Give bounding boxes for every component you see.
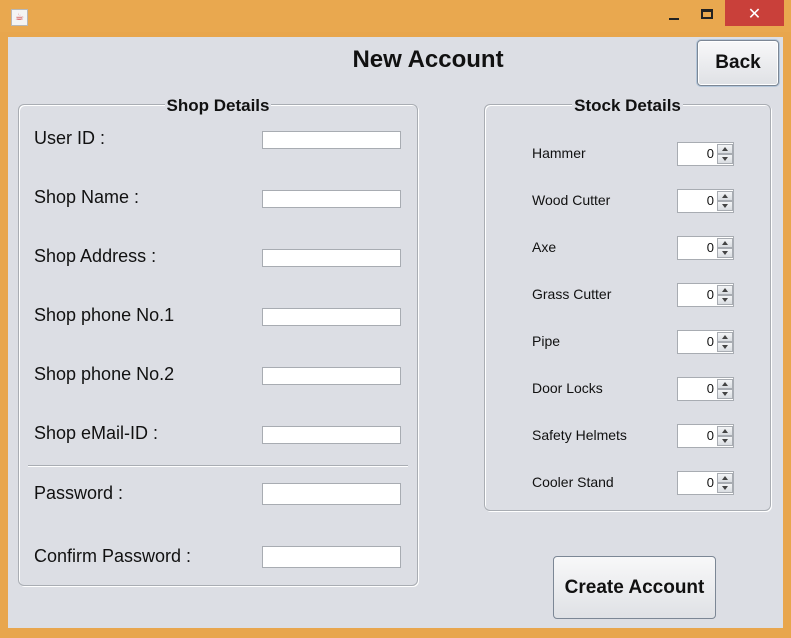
stock-spinner-grass-cutter[interactable]: 0	[677, 283, 734, 307]
java-app-icon[interactable]: ☕	[11, 9, 28, 26]
separator	[28, 465, 408, 467]
shop-name-label: Shop Name :	[34, 187, 140, 207]
shop-details-panel: Shop Details	[18, 96, 418, 586]
spin-down-icon[interactable]	[717, 389, 733, 399]
minimize-icon	[669, 18, 679, 20]
spin-down-icon[interactable]	[717, 154, 733, 164]
phone1-input[interactable]	[263, 312, 400, 328]
spin-down-icon[interactable]	[717, 295, 733, 305]
user-id-field[interactable]	[262, 131, 401, 151]
spinner-value[interactable]: 0	[678, 378, 714, 400]
shop-address-input[interactable]	[263, 253, 400, 269]
spin-up-icon[interactable]	[717, 332, 733, 342]
shop-address-label: Shop Address :	[34, 246, 157, 266]
stock-spinner-pipe[interactable]: 0	[677, 330, 734, 354]
password-input[interactable]	[263, 485, 400, 505]
maximize-icon	[701, 9, 713, 19]
back-button[interactable]: Back	[697, 40, 779, 86]
stock-spinner-safety-helmets[interactable]: 0	[677, 424, 734, 448]
stock-item-label: Grass Cutter	[532, 286, 612, 302]
stock-item-label: Pipe	[532, 333, 561, 349]
phone1-field[interactable]	[262, 308, 401, 328]
stock-spinner-axe[interactable]: 0	[677, 236, 734, 260]
phone2-field[interactable]	[262, 367, 401, 387]
user-id-input[interactable]	[263, 135, 400, 151]
close-icon: ✕	[747, 3, 762, 23]
main-panel: New Account Back Shop Details User ID : …	[8, 37, 783, 628]
user-id-label: User ID :	[34, 128, 106, 148]
stock-item-label: Cooler Stand	[532, 474, 614, 490]
email-input[interactable]	[263, 430, 400, 446]
spin-up-icon[interactable]	[717, 191, 733, 201]
maximize-button[interactable]	[693, 2, 721, 26]
spinner-value[interactable]: 0	[678, 143, 714, 165]
page-title: New Account	[352, 46, 504, 73]
stock-spinner-cooler-stand[interactable]: 0	[677, 471, 734, 495]
confirm-password-field[interactable]	[262, 546, 401, 568]
stock-spinner-door-locks[interactable]: 0	[677, 377, 734, 401]
create-account-button[interactable]: Create Account	[553, 556, 716, 619]
shop-address-field[interactable]	[262, 249, 401, 269]
stock-spinner-hammer[interactable]: 0	[677, 142, 734, 166]
spinner-value[interactable]: 0	[678, 284, 714, 306]
stock-item-label: Hammer	[532, 145, 586, 161]
phone1-label: Shop phone No.1	[34, 305, 175, 325]
spin-down-icon[interactable]	[717, 436, 733, 446]
spin-down-icon[interactable]	[717, 483, 733, 493]
confirm-password-input[interactable]	[263, 548, 400, 568]
close-button[interactable]: ✕	[725, 0, 784, 26]
phone2-label: Shop phone No.2	[34, 364, 175, 384]
minimize-button[interactable]	[660, 2, 688, 26]
stock-item-label: Door Locks	[532, 380, 603, 396]
spin-down-icon[interactable]	[717, 201, 733, 211]
spin-up-icon[interactable]	[717, 285, 733, 295]
stock-item-label: Wood Cutter	[532, 192, 611, 208]
stock-item-label: Safety Helmets	[532, 427, 627, 443]
stock-item-label: Axe	[532, 239, 557, 255]
spinner-value[interactable]: 0	[678, 331, 714, 353]
spinner-value[interactable]: 0	[678, 425, 714, 447]
stock-details-title: Stock Details	[572, 96, 683, 115]
shop-name-field[interactable]	[262, 190, 401, 210]
spinner-value[interactable]: 0	[678, 190, 714, 212]
spin-up-icon[interactable]	[717, 144, 733, 154]
password-label: Password :	[34, 483, 124, 503]
email-label: Shop eMail-ID :	[34, 423, 159, 443]
stock-spinner-wood-cutter[interactable]: 0	[677, 189, 734, 213]
spin-down-icon[interactable]	[717, 342, 733, 352]
spin-down-icon[interactable]	[717, 248, 733, 258]
confirm-password-label: Confirm Password :	[34, 546, 192, 566]
password-field[interactable]	[262, 483, 401, 505]
spinner-value[interactable]: 0	[678, 472, 714, 494]
email-field[interactable]	[262, 426, 401, 446]
title-bar: ☕ ✕	[0, 0, 791, 32]
shop-details-title: Shop Details	[164, 96, 272, 115]
shop-name-input[interactable]	[263, 194, 400, 210]
spin-up-icon[interactable]	[717, 473, 733, 483]
spin-up-icon[interactable]	[717, 426, 733, 436]
spin-up-icon[interactable]	[717, 379, 733, 389]
phone2-input[interactable]	[263, 371, 400, 387]
spinner-value[interactable]: 0	[678, 237, 714, 259]
spin-up-icon[interactable]	[717, 238, 733, 248]
